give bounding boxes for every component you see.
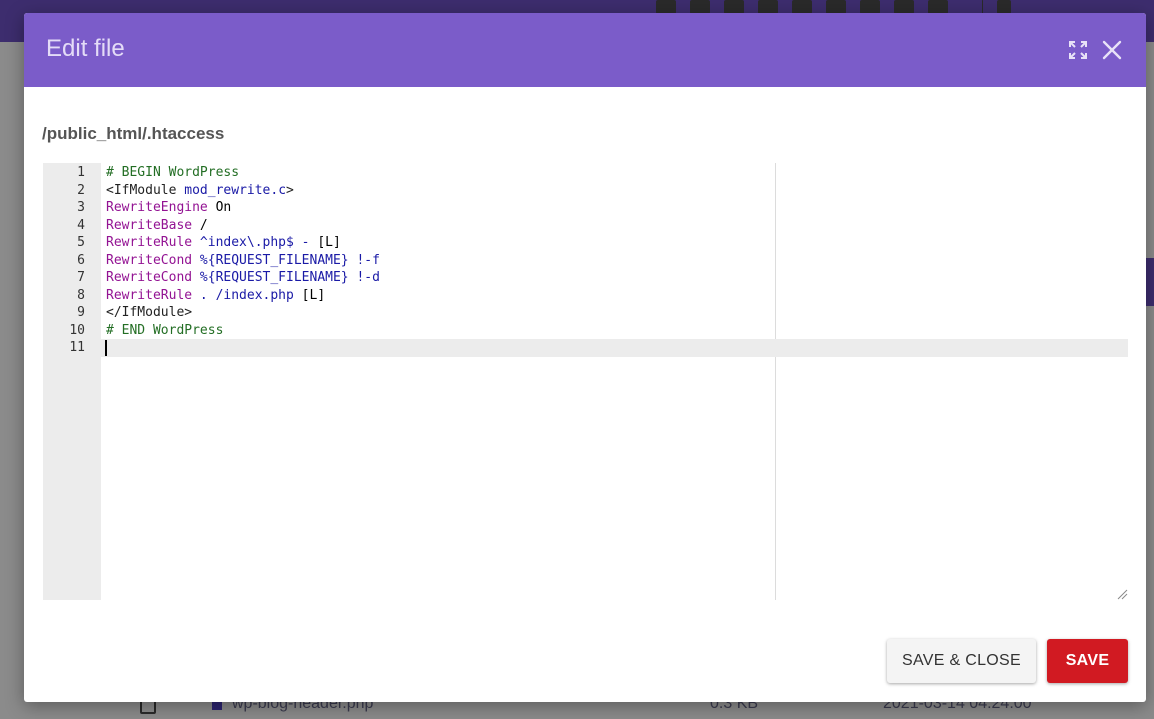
code-line[interactable]: 2 <IfModule mod_rewrite.c> [43, 182, 1128, 200]
code-token: / [192, 217, 208, 233]
code-token: RewriteCond [106, 252, 193, 268]
code-token: # END WordPress [106, 322, 224, 338]
code-text[interactable]: RewriteCond %{REQUEST_FILENAME} !-f [106, 252, 380, 270]
code-token: RewriteRule [106, 235, 193, 250]
gear-icon [690, 0, 710, 14]
line-number: 9 [77, 305, 85, 320]
close-icon[interactable] [1100, 38, 1124, 62]
code-line[interactable]: 6 RewriteCond %{REQUEST_FILENAME} !-f [43, 252, 1128, 270]
line-number: 4 [77, 217, 85, 233]
line-number: 11 [69, 340, 85, 355]
line-number: 2 [77, 182, 85, 198]
code-token: %{REQUEST_FILENAME} !-d [192, 270, 380, 285]
save-button[interactable]: SAVE [1047, 639, 1128, 683]
archive-icon [928, 0, 948, 14]
code-line[interactable]: 4 RewriteBase / [43, 217, 1128, 235]
code-line[interactable]: 11 [43, 339, 1128, 357]
code-token: RewriteCond [106, 270, 193, 285]
dialog-header: Edit file [24, 13, 1146, 87]
code-token: [L] [317, 235, 341, 250]
save-and-close-button[interactable]: SAVE & CLOSE [887, 639, 1036, 683]
code-token: [L] [301, 287, 326, 303]
code-line[interactable]: 7 RewriteCond %{REQUEST_FILENAME} !-d [43, 269, 1128, 287]
resize-grip-icon[interactable] [1116, 588, 1128, 600]
code-text[interactable]: RewriteRule . /index.php [L] [106, 287, 325, 305]
code-line[interactable]: 10 # END WordPress [43, 322, 1128, 340]
code-text[interactable]: </IfModule> [106, 304, 192, 322]
code-token: RewriteRule [106, 287, 193, 303]
list-icon [894, 0, 914, 14]
code-token: RewriteEngine [106, 200, 208, 215]
code-token: %{REQUEST_FILENAME} !-f [192, 252, 380, 268]
line-number: 8 [77, 287, 85, 303]
code-token: RewriteBase [106, 217, 193, 233]
code-text[interactable]: RewriteRule ^index\.php$ - [L] [106, 234, 341, 252]
code-token: > [286, 182, 294, 198]
code-text[interactable]: RewriteCond %{REQUEST_FILENAME} !-d [106, 269, 380, 287]
line-number: 7 [77, 270, 85, 285]
code-line[interactable]: 8 RewriteRule . /index.php [L] [43, 287, 1128, 305]
code-token: <IfModule [106, 182, 185, 198]
code-text[interactable]: <IfModule mod_rewrite.c> [106, 182, 294, 200]
code-editor[interactable]: 1 # BEGIN WordPress 2 <IfModule mod_rewrite… [43, 163, 1128, 600]
code-line[interactable]: 5 RewriteRule ^index\.php$ - [L] [43, 234, 1128, 252]
edit-file-dialog: Edit file /public_html/.htaccess 1 # BEG… [24, 13, 1146, 702]
copy-icon [997, 0, 1011, 14]
code-text[interactable]: # END WordPress [106, 322, 223, 340]
code-token: . /index.php [192, 287, 302, 303]
code-token: On [207, 200, 232, 215]
code-text[interactable]: RewriteEngine On [106, 199, 231, 217]
file-path: /public_html/.htaccess [42, 124, 225, 143]
text-cursor [105, 340, 107, 356]
plugin-icon [860, 0, 880, 14]
code-token: mod_rewrite.c [184, 182, 287, 198]
expand-icon[interactable] [1066, 38, 1090, 62]
code-line[interactable]: 9 </IfModule> [43, 304, 1128, 322]
folder-icon [656, 0, 676, 14]
export-icon [792, 0, 812, 14]
code-line[interactable]: 1 # BEGIN WordPress [43, 164, 1128, 182]
edit-icon [724, 0, 744, 14]
background-side-tab [1146, 258, 1154, 306]
code-token: ^index\.php$ - [192, 235, 318, 250]
pencil-icon [826, 0, 846, 14]
code-line[interactable]: 3 RewriteEngine On [43, 199, 1128, 217]
code-token: </IfModule> [106, 305, 193, 320]
code-text[interactable]: RewriteBase / [106, 217, 208, 235]
code-text[interactable]: # BEGIN WordPress [106, 164, 239, 182]
dialog-title: Edit file [46, 35, 125, 62]
line-number: 1 [77, 165, 85, 180]
line-number: 6 [77, 252, 85, 268]
line-number: 10 [69, 322, 85, 338]
line-number: 3 [77, 200, 85, 215]
editor-lines[interactable]: 1 # BEGIN WordPress 2 <IfModule mod_rewrite… [43, 163, 1128, 357]
move-icon [758, 0, 778, 14]
code-token: # BEGIN WordPress [106, 165, 240, 180]
line-number: 5 [77, 235, 85, 250]
